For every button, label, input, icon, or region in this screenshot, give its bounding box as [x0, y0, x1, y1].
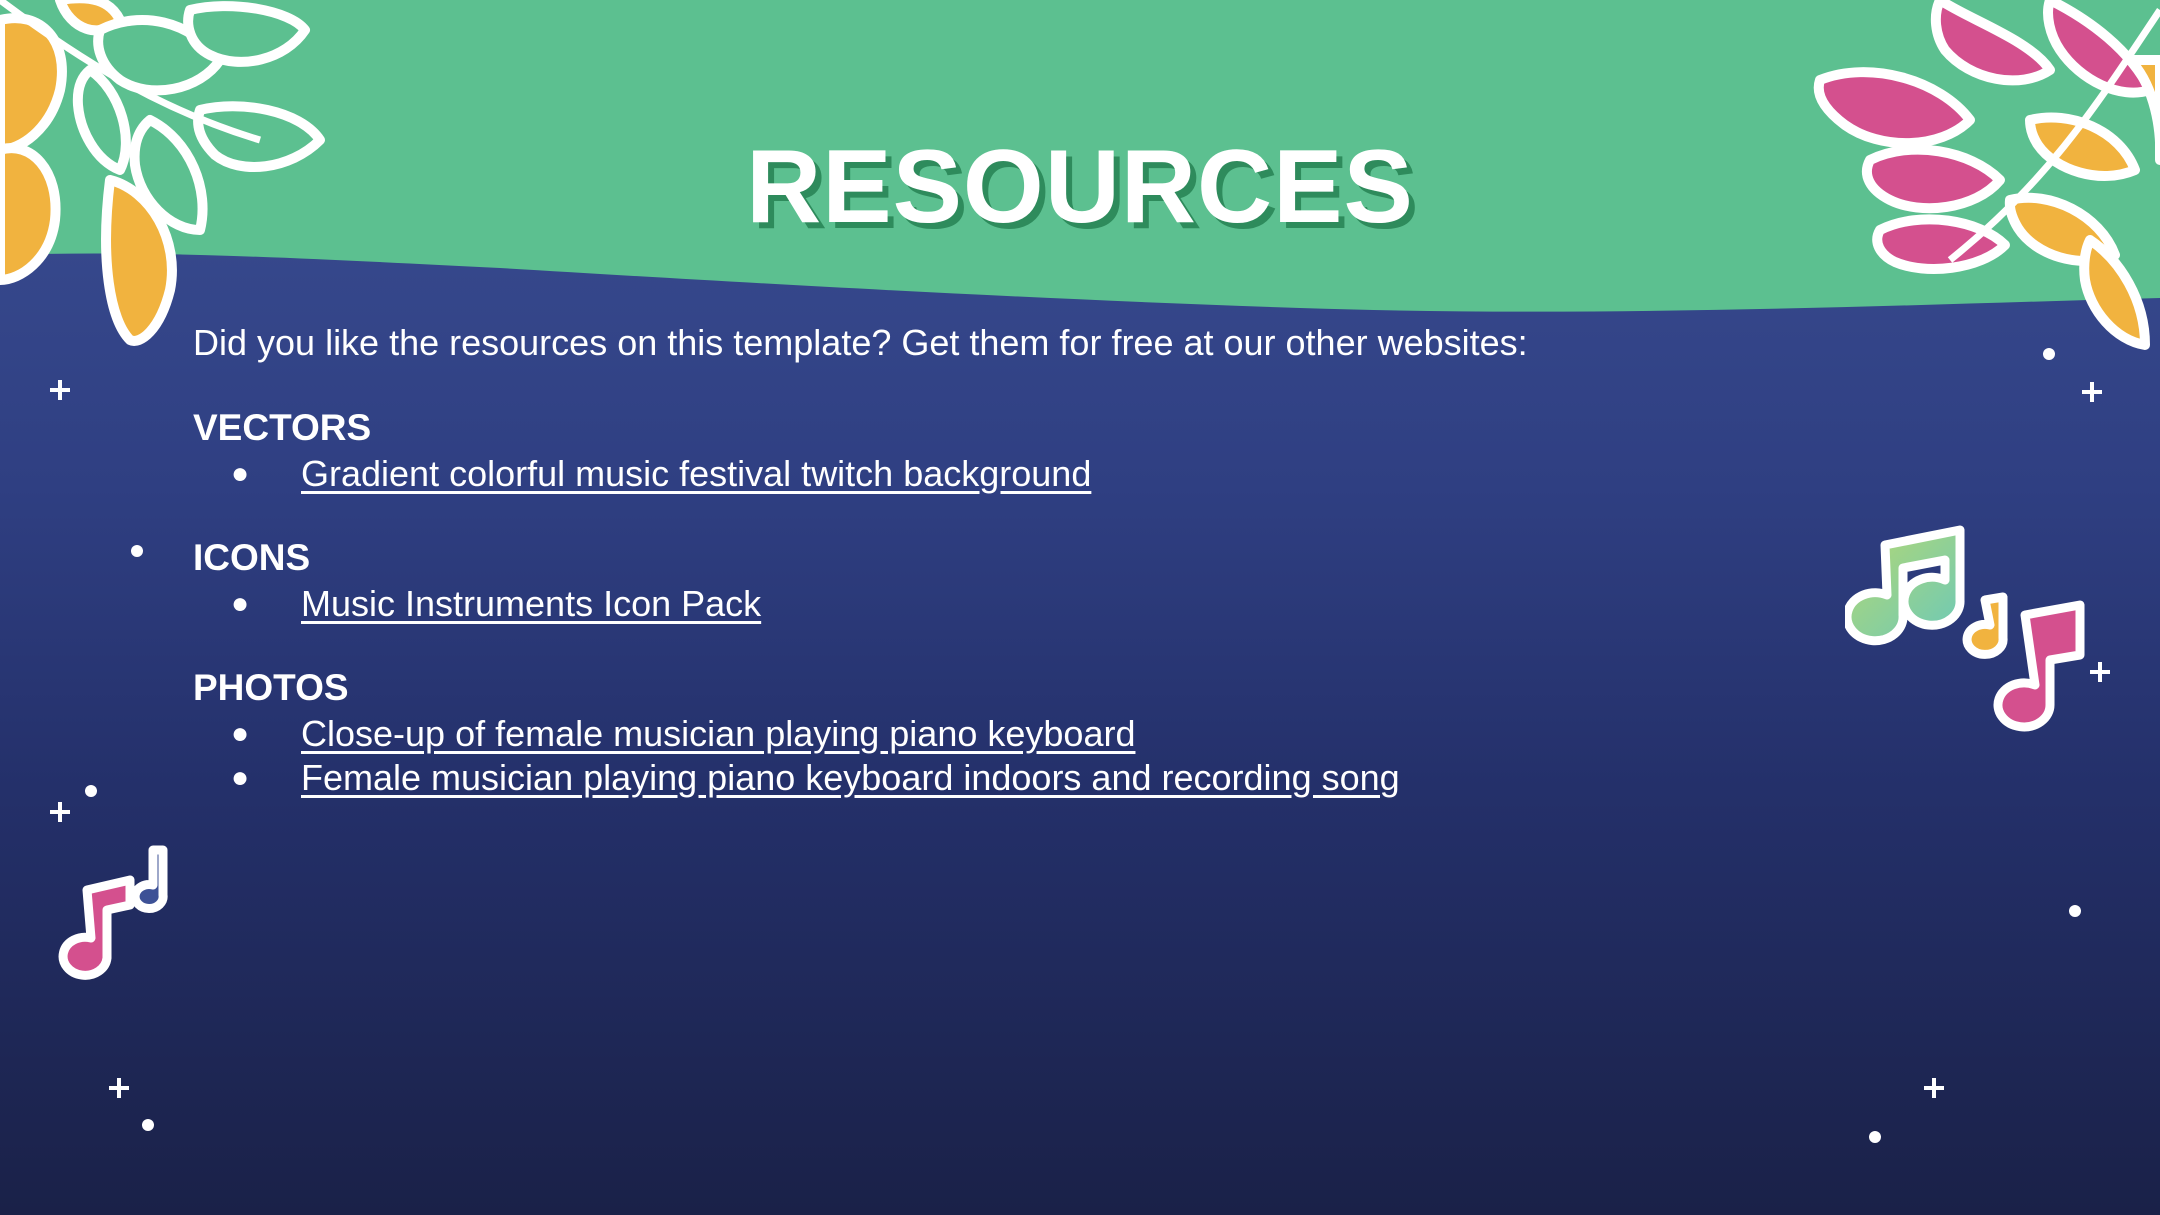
link-music-instruments-icon-pack[interactable]: Music Instruments Icon Pack — [301, 583, 761, 624]
sparkle-dot-icon — [131, 545, 143, 557]
resources-slide: RESOURCES Did you like the resources on … — [0, 0, 2160, 1215]
page-title: RESOURCES — [746, 129, 1414, 245]
sparkle-dot-icon — [85, 785, 97, 797]
sparkle-plus-icon — [1924, 1078, 1944, 1098]
sparkle-plus-icon — [2082, 382, 2102, 402]
bullet-icon: ● — [231, 457, 250, 490]
intro-text: Did you like the resources on this templ… — [193, 322, 1528, 363]
sparkle-plus-icon — [109, 1078, 129, 1098]
photos-list: ● Close-up of female musician playing pi… — [193, 712, 1893, 800]
list-item: ● Gradient colorful music festival twitc… — [193, 452, 1893, 496]
section-heading-vectors: VECTORS — [193, 407, 372, 448]
resources-content: Did you like the resources on this templ… — [193, 318, 1893, 838]
bullet-icon: ● — [231, 587, 250, 620]
section-heading-photos: PHOTOS — [193, 667, 349, 708]
bullet-icon: ● — [231, 717, 250, 750]
sparkle-dot-icon — [2069, 905, 2081, 917]
list-item: ● Music Instruments Icon Pack — [193, 582, 1893, 626]
sparkle-plus-icon — [50, 380, 70, 400]
sparkle-dot-icon — [1869, 1131, 1881, 1143]
section-vectors: VECTORS ● Gradient colorful music festiv… — [193, 404, 1893, 496]
music-notes-right-icon — [1845, 525, 2085, 732]
link-musician-recording-song[interactable]: Female musician playing piano keyboard i… — [301, 757, 1400, 798]
sparkle-dot-icon — [142, 1119, 154, 1131]
bullet-icon: ● — [231, 761, 250, 794]
sparkle-plus-icon — [2090, 662, 2110, 682]
music-notes-left-icon — [58, 845, 168, 980]
icons-list: ● Music Instruments Icon Pack — [193, 582, 1893, 626]
list-item: ● Female musician playing piano keyboard… — [193, 756, 1893, 800]
sparkle-plus-icon — [50, 802, 70, 822]
link-close-up-musician[interactable]: Close-up of female musician playing pian… — [301, 713, 1135, 754]
list-item: ● Close-up of female musician playing pi… — [193, 712, 1893, 756]
section-heading-icons: ICONS — [193, 537, 311, 578]
sparkle-dot-icon — [2043, 348, 2055, 360]
vectors-list: ● Gradient colorful music festival twitc… — [193, 452, 1893, 496]
section-icons: ICONS ● Music Instruments Icon Pack — [193, 534, 1893, 626]
link-gradient-background[interactable]: Gradient colorful music festival twitch … — [301, 453, 1091, 494]
section-photos: PHOTOS ● Close-up of female musician pla… — [193, 664, 1893, 800]
